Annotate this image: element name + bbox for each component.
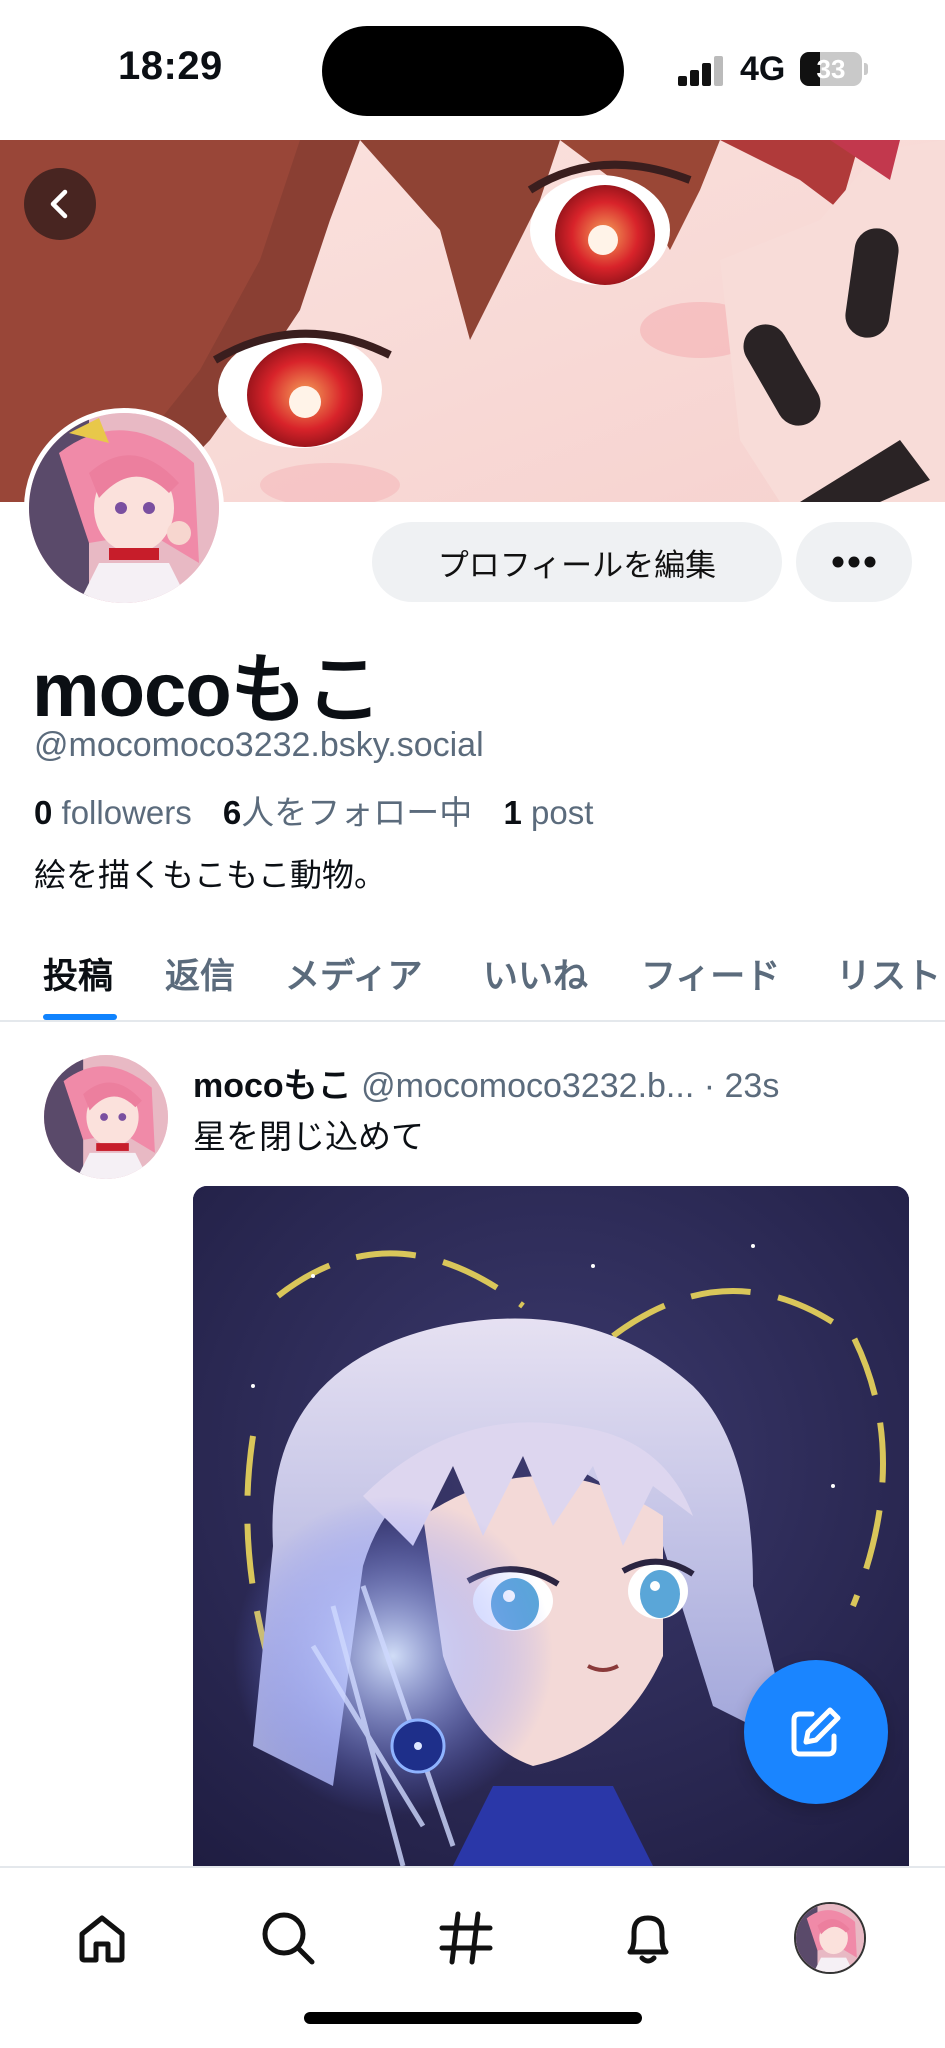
active-tab-indicator [43, 1014, 117, 1020]
post-author-avatar[interactable] [44, 1055, 168, 1179]
avatar-image [796, 1904, 864, 1972]
avatar-image [29, 413, 219, 603]
display-name: mocoもこ [32, 648, 382, 733]
profile-stats: 0 followers 6人をフォロー中 1 post [34, 786, 593, 834]
profile-bio: 絵を描くもこもこ動物。 [34, 857, 387, 893]
search-icon [262, 1912, 315, 1965]
compose-icon [791, 1707, 841, 1757]
post-timestamp: · 23s [703, 1067, 780, 1105]
tab-lists[interactable]: リスト [836, 948, 941, 999]
followers-link[interactable]: 0 followers [34, 794, 192, 831]
battery-cap [864, 63, 868, 75]
dynamic-island [322, 26, 624, 116]
more-options-button[interactable] [796, 522, 912, 602]
back-button[interactable] [24, 168, 96, 240]
nav-notifications[interactable] [600, 1890, 696, 1986]
posts-stat: 1 post [503, 794, 593, 831]
avatar-image [44, 1055, 168, 1179]
tab-replies[interactable]: 返信 [165, 948, 235, 999]
profile-avatar[interactable] [24, 408, 224, 608]
following-link[interactable]: 6人をフォロー中 [223, 794, 472, 831]
profile-tabs: 投稿 返信 メディア いいね フィード リスト [0, 930, 945, 1022]
tab-feeds[interactable]: フィード [641, 948, 780, 999]
tab-media[interactable]: メディア [285, 948, 423, 999]
battery-icon: 33 [800, 52, 862, 86]
nav-home[interactable] [54, 1890, 150, 1986]
followers-count: 0 [34, 794, 53, 831]
nav-profile[interactable] [782, 1890, 878, 1986]
following-count: 6 [222, 794, 242, 831]
nav-feeds[interactable] [418, 1890, 514, 1986]
hashtag-icon [439, 1911, 493, 1965]
signal-icon [678, 56, 724, 86]
home-icon [79, 1915, 125, 1963]
battery-level: 33 [816, 54, 846, 84]
profile-handle: @mocomoco3232.bsky.social [34, 726, 484, 764]
followers-label: followers [61, 794, 192, 831]
tab-likes[interactable]: いいね [483, 948, 588, 999]
tab-posts[interactable]: 投稿 [43, 948, 113, 999]
post-header: mocoもこ @mocomoco3232.b... · 23s [193, 1058, 779, 1107]
compose-post-button[interactable] [744, 1660, 888, 1804]
bell-icon [627, 1915, 669, 1964]
edit-profile-button[interactable]: プロフィールを編集 [372, 522, 782, 602]
chevron-left-icon [50, 189, 68, 219]
network-type: 4G [740, 50, 786, 88]
posts-count: 1 [503, 794, 522, 831]
post-author-handle[interactable]: @mocomoco3232.b... [361, 1067, 694, 1105]
ellipsis-icon [832, 556, 876, 568]
posts-label: post [530, 794, 594, 831]
post-author-name[interactable]: mocoもこ [193, 1067, 352, 1105]
nav-search[interactable] [240, 1890, 336, 1986]
profile-avatar-small [794, 1902, 866, 1974]
home-indicator [304, 2012, 642, 2024]
status-bar: 18:29 4G 33 [0, 0, 945, 140]
post-text: 星を閉じ込めて [193, 1118, 424, 1155]
following-label: 人をフォロー中 [241, 794, 473, 831]
status-time: 18:29 [118, 44, 223, 88]
